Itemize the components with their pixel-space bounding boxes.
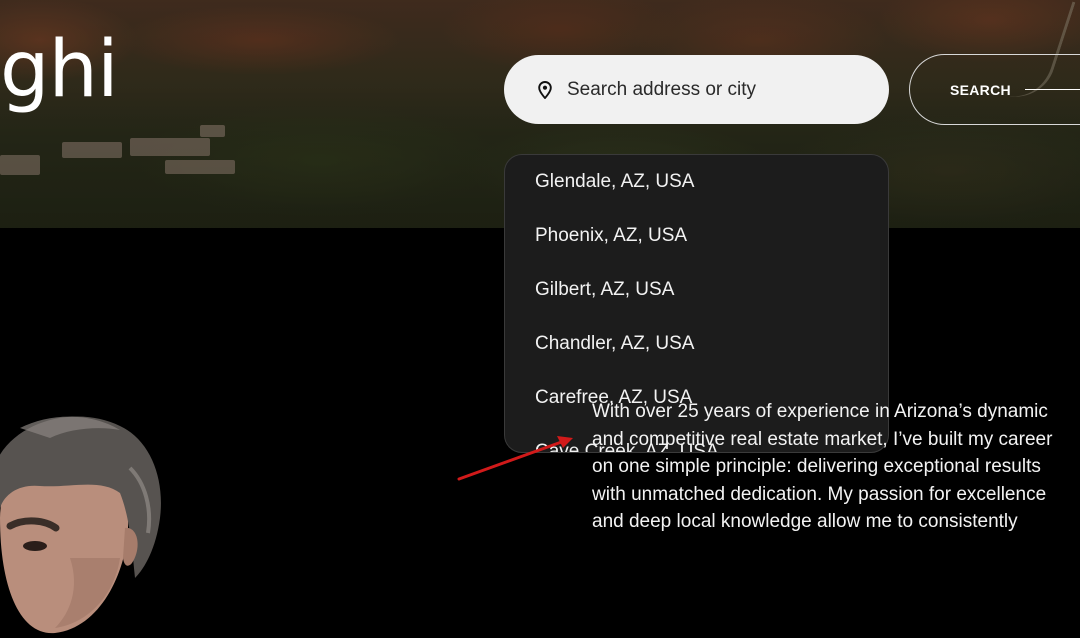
building-image (165, 160, 235, 174)
search-input[interactable] (567, 78, 867, 101)
building-image (130, 138, 210, 156)
agent-bio: With over 25 years of experience in Ariz… (592, 401, 1053, 533)
suggestion-item[interactable]: Phoenix, AZ, USA (535, 225, 687, 247)
building-image (62, 142, 122, 158)
map-pin-icon (538, 80, 552, 99)
suggestion-item[interactable]: Chandler, AZ, USA (535, 333, 694, 355)
suggestion-item[interactable]: Gilbert, AZ, USA (535, 279, 674, 301)
search-button[interactable]: SEARCH (909, 54, 1080, 125)
hero-title: ghi (0, 25, 119, 115)
search-button-line (1024, 89, 1080, 90)
agent-portrait (0, 416, 161, 634)
building-image (0, 155, 40, 175)
building-image (200, 125, 225, 137)
search-button-label: SEARCH (950, 81, 1011, 98)
suggestion-item[interactable]: Glendale, AZ, USA (535, 171, 694, 193)
search-bar[interactable] (504, 55, 889, 124)
annotation-arrow (457, 436, 573, 481)
